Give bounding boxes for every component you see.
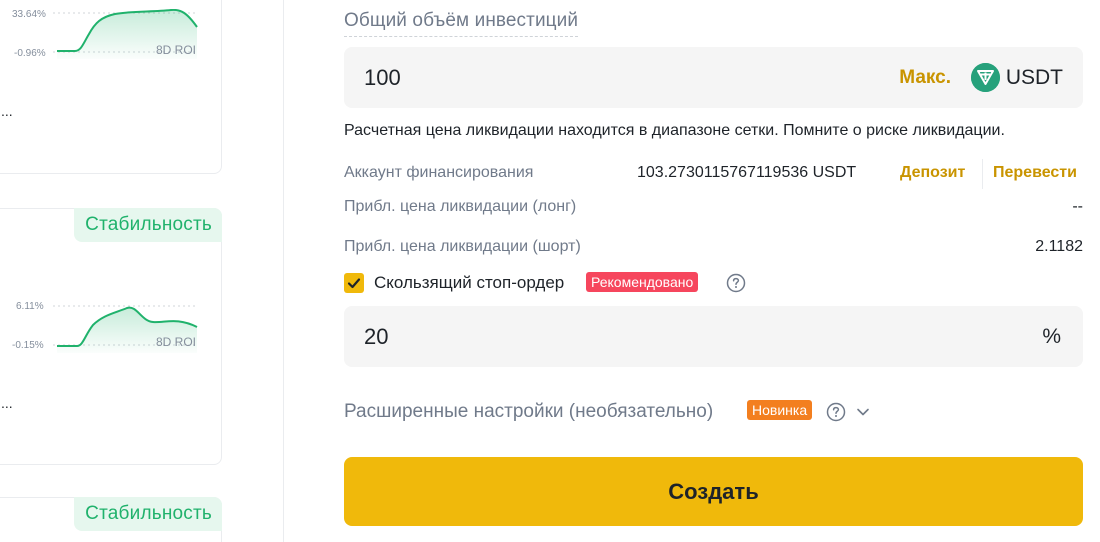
funding-account-balance: 103.2730115767119536 USDT xyxy=(637,164,857,181)
create-button[interactable]: Создать xyxy=(344,457,1083,526)
investment-amount-field[interactable]: 100 Макс. USDT xyxy=(344,47,1083,108)
strategy-card[interactable]: Стабильность xyxy=(0,497,222,542)
investment-title: Общий объём инвестиций xyxy=(344,10,579,37)
help-icon[interactable] xyxy=(726,273,746,293)
chevron-down-icon[interactable] xyxy=(855,404,871,420)
new-tag: Новинка xyxy=(747,400,813,420)
truncated-text: ... xyxy=(1,395,13,411)
trailing-stop-checkbox[interactable] xyxy=(344,273,364,293)
mini-roi-chart: 33.64% -0.96% 8D ROI xyxy=(0,9,203,81)
check-icon xyxy=(347,278,361,289)
advanced-settings-toggle[interactable]: Расширенные настройки (необязательно) xyxy=(344,401,713,423)
recommended-tag: Рекомендовано xyxy=(586,272,699,292)
liq-price-short-row: Прибл. цена ликвидации (шорт) 2.1182 xyxy=(344,238,1083,260)
liq-price-short-label: Прибл. цена ликвидации (шорт) xyxy=(344,238,581,255)
liq-price-short-value: 2.1182 xyxy=(1035,238,1083,255)
tether-icon xyxy=(971,63,1000,92)
trailing-percent-value[interactable]: 20 xyxy=(364,324,388,350)
trailing-percent-field[interactable]: 20 % xyxy=(344,306,1083,367)
liq-price-long-label: Прибл. цена ликвидации (лонг) xyxy=(344,198,577,215)
panel-divider xyxy=(283,0,284,542)
chart-min-label: -0.15% xyxy=(12,340,44,351)
chart-min-label: -0.96% xyxy=(14,48,46,59)
roi-sparkline xyxy=(53,305,198,353)
strategy-card[interactable]: 33.64% -0.96% 8D ROI ... xyxy=(0,0,222,174)
link-divider xyxy=(982,159,983,189)
investment-amount-value[interactable]: 100 xyxy=(364,65,401,91)
chart-max-label: 33.64% xyxy=(12,9,46,20)
percent-unit: % xyxy=(1042,325,1061,348)
liquidation-note: Расчетная цена ликвидации находится в ди… xyxy=(344,122,1005,139)
liq-price-long-value: -- xyxy=(1072,198,1083,215)
stability-badge: Стабильность xyxy=(74,208,222,242)
roi-period-label: 8D ROI xyxy=(156,43,197,57)
max-button[interactable]: Макс. xyxy=(899,67,951,89)
trailing-stop-label[interactable]: Скользящий стоп-ордер xyxy=(374,273,564,293)
coin-selector[interactable]: USDT xyxy=(1006,66,1063,90)
stability-badge: Стабильность xyxy=(74,497,222,531)
funding-account-label: Аккаунт финансирования xyxy=(344,164,534,181)
deposit-link[interactable]: Депозит xyxy=(900,164,965,182)
strategy-card[interactable]: Стабильность 6.11% -0.15% 8D ROI ... xyxy=(0,208,222,465)
truncated-text: ... xyxy=(1,103,13,119)
transfer-link[interactable]: Перевести xyxy=(993,164,1077,182)
roi-period-label: 8D ROI xyxy=(156,335,197,349)
roi-sparkline xyxy=(53,9,198,59)
strategy-list-panel: 33.64% -0.96% 8D ROI ... Стабильность 6.… xyxy=(0,0,284,542)
mini-roi-chart: 6.11% -0.15% 8D ROI xyxy=(0,301,203,373)
help-icon[interactable] xyxy=(826,402,846,422)
chart-max-label: 6.11% xyxy=(16,301,44,312)
liq-price-long-row: Прибл. цена ликвидации (лонг) -- xyxy=(344,198,1083,220)
